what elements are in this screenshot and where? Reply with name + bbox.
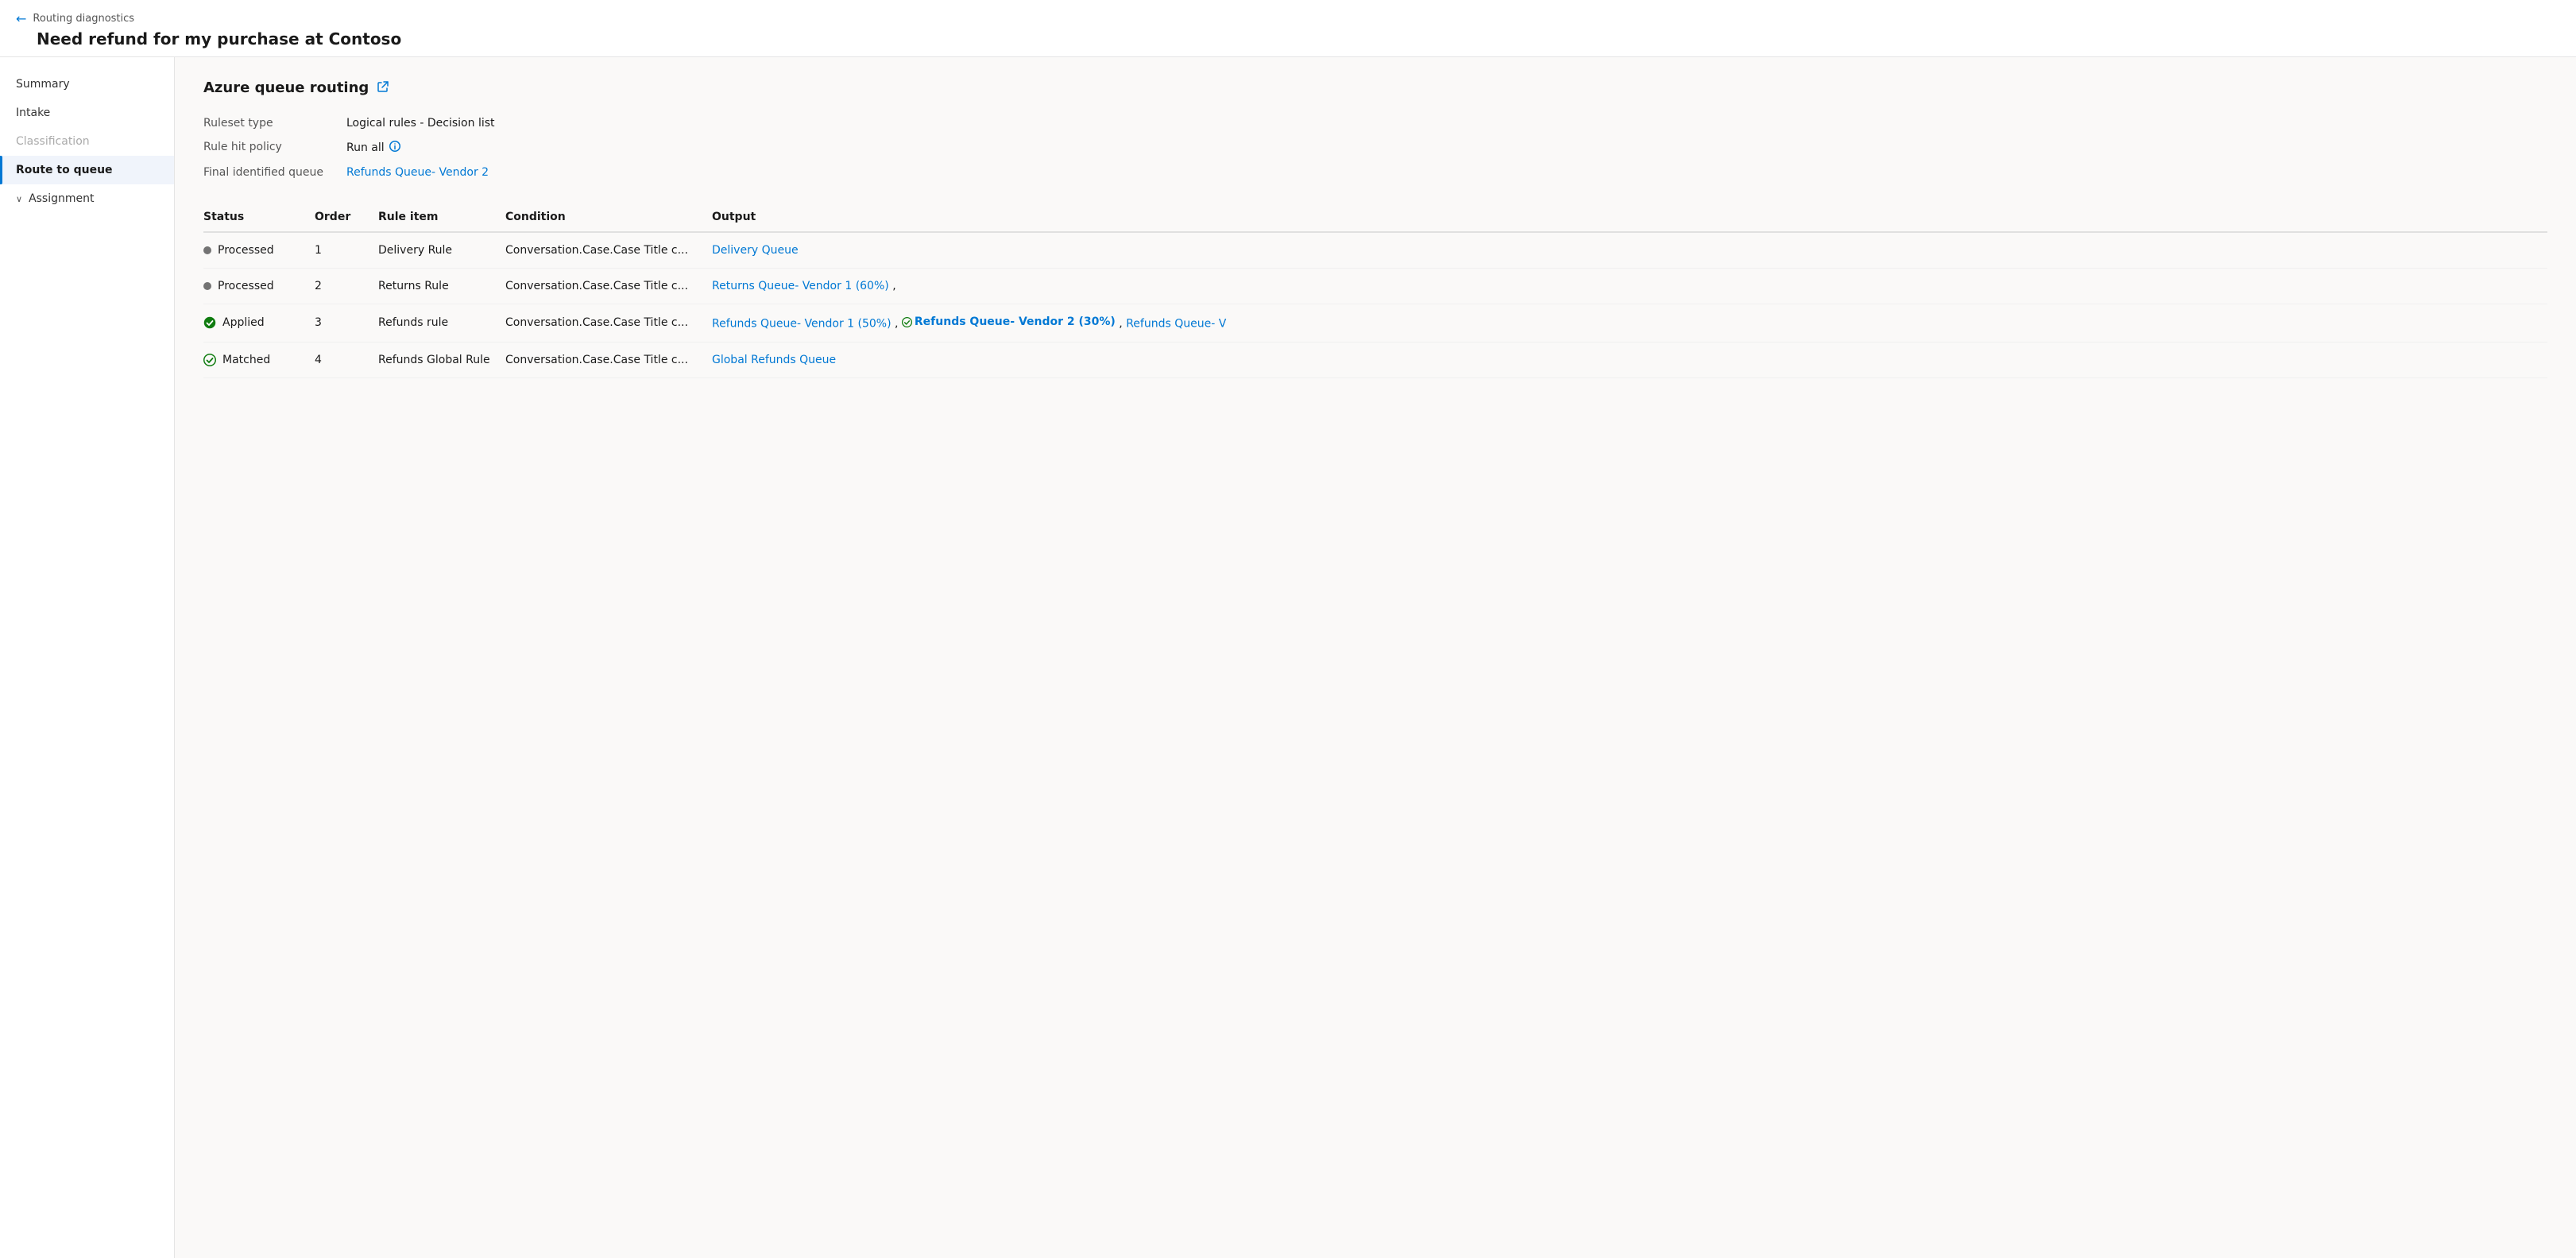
output-link[interactable]: Refunds Queue- Vendor 1 (50%) — [712, 318, 892, 331]
order-cell: 1 — [315, 232, 378, 269]
order-cell: 2 — [315, 269, 378, 304]
table-row: Processed 2 Returns Rule Conversation.Ca… — [203, 269, 2547, 304]
sidebar-item-classification: Classification — [0, 127, 174, 156]
sidebar-item-label: Intake — [16, 106, 50, 119]
info-grid: Ruleset type Logical rules - Decision li… — [203, 115, 2547, 180]
sidebar-item-label: Route to queue — [16, 164, 113, 176]
sidebar-item-label: Summary — [16, 78, 70, 91]
output-cell: Returns Queue- Vendor 1 (60%) , — [712, 269, 2547, 304]
output-link-bold[interactable]: Refunds Queue- Vendor 2 (30%) — [915, 315, 1116, 328]
status-label: Applied — [222, 316, 265, 329]
external-link-icon[interactable] — [377, 80, 389, 96]
rule-item-cell: Refunds Global Rule — [378, 342, 505, 377]
status-cell: Processed — [203, 232, 315, 269]
rule-item-cell: Delivery Rule — [378, 232, 505, 269]
green-check-icon — [203, 316, 216, 329]
sidebar-item-route-to-queue[interactable]: Route to queue — [0, 156, 174, 184]
section-title: Azure queue routing — [203, 79, 369, 96]
rules-table: Status Order Rule item Condition Output — [203, 203, 2547, 378]
chevron-down-icon: ∨ — [16, 194, 22, 204]
table-row: Processed 1 Delivery Rule Conversation.C… — [203, 232, 2547, 269]
table-row: Matched 4 Refunds Global Rule Conversati… — [203, 342, 2547, 377]
sidebar: Summary Intake Classification Route to q… — [0, 57, 175, 1258]
ruleset-type-value: Logical rules - Decision list — [346, 115, 2547, 131]
status-cell: Processed — [203, 269, 315, 304]
rule-item-cell: Refunds rule — [378, 304, 505, 343]
grey-dot-icon — [203, 282, 211, 290]
col-header-order: Order — [315, 203, 378, 232]
page-title: Need refund for my purchase at Contoso — [16, 29, 2560, 48]
sidebar-item-label: Assignment — [29, 192, 94, 205]
condition-cell: Conversation.Case.Case Title c... — [505, 304, 712, 343]
rule-hit-policy-label: Rule hit policy — [203, 139, 346, 157]
green-check-outline-icon — [203, 354, 216, 366]
output-cell: Refunds Queue- Vendor 1 (50%) , Refunds … — [712, 304, 2547, 343]
final-queue-label: Final identified queue — [203, 165, 346, 180]
output-separator: , — [892, 280, 895, 292]
final-queue-value[interactable]: Refunds Queue- Vendor 2 — [346, 165, 2547, 180]
output-separator: , — [895, 318, 902, 331]
output-link[interactable]: Returns Queue- Vendor 1 (60%) — [712, 280, 889, 292]
condition-cell: Conversation.Case.Case Title c... — [505, 342, 712, 377]
output-link[interactable]: Refunds Queue- V — [1126, 318, 1226, 331]
sidebar-item-intake[interactable]: Intake — [0, 99, 174, 127]
sidebar-item-label: Classification — [16, 135, 90, 148]
condition-cell: Conversation.Case.Case Title c... — [505, 232, 712, 269]
condition-cell: Conversation.Case.Case Title c... — [505, 269, 712, 304]
order-cell: 4 — [315, 342, 378, 377]
grey-dot-icon — [203, 246, 211, 254]
ruleset-type-label: Ruleset type — [203, 115, 346, 131]
info-icon[interactable] — [389, 141, 400, 155]
status-cell: Applied — [203, 304, 315, 343]
status-label: Processed — [218, 244, 274, 257]
col-header-condition: Condition — [505, 203, 712, 232]
col-header-output: Output — [712, 203, 2547, 232]
col-header-rule-item: Rule item — [378, 203, 505, 232]
output-cell: Global Refunds Queue — [712, 342, 2547, 377]
output-separator: , — [1119, 318, 1126, 331]
rule-item-cell: Returns Rule — [378, 269, 505, 304]
status-label: Matched — [222, 354, 270, 366]
output-cell: Delivery Queue — [712, 232, 2547, 269]
back-button[interactable]: ← — [16, 11, 26, 26]
output-bold-check: Refunds Queue- Vendor 2 (30%) — [902, 315, 1116, 328]
status-cell: Matched — [203, 342, 315, 377]
sidebar-item-assignment[interactable]: ∨ Assignment — [0, 184, 174, 213]
order-cell: 3 — [315, 304, 378, 343]
output-link[interactable]: Delivery Queue — [712, 244, 799, 257]
col-header-status: Status — [203, 203, 315, 232]
output-link[interactable]: Global Refunds Queue — [712, 354, 836, 366]
table-row: Applied 3 Refunds rule Conversation.Case… — [203, 304, 2547, 343]
rule-hit-policy-value: Run all — [346, 139, 2547, 157]
status-label: Processed — [218, 280, 274, 292]
sidebar-item-summary[interactable]: Summary — [0, 70, 174, 99]
breadcrumb: Routing diagnostics — [33, 13, 134, 25]
main-content: Azure queue routing Ruleset type Logical… — [175, 57, 2576, 1258]
green-check-outline-icon — [902, 317, 912, 327]
